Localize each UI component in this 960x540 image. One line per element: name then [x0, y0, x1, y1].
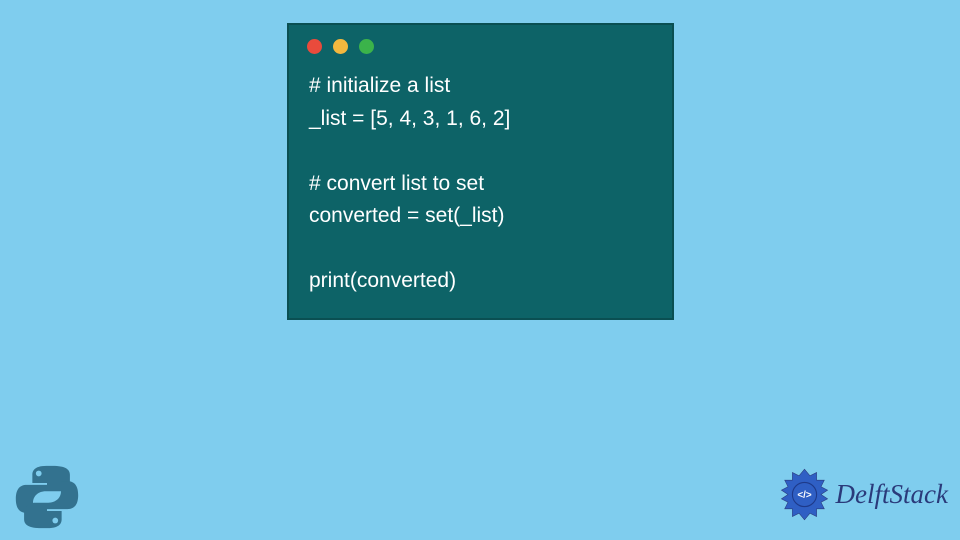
- code-line: # convert list to set: [309, 172, 484, 195]
- code-window: # initialize a list _list = [5, 4, 3, 1,…: [287, 23, 674, 320]
- code-body: # initialize a list _list = [5, 4, 3, 1,…: [289, 60, 672, 304]
- delftstack-text: DelftStack: [836, 479, 948, 510]
- code-line: _list = [5, 4, 3, 1, 6, 2]: [309, 107, 510, 130]
- code-line: print(converted): [309, 269, 456, 292]
- python-logo-icon: [12, 462, 82, 532]
- delftstack-logo: </> DelftStack: [777, 467, 948, 522]
- close-icon: [307, 39, 322, 54]
- window-controls: [289, 25, 672, 60]
- code-line: converted = set(_list): [309, 204, 505, 227]
- code-line: # initialize a list: [309, 74, 450, 97]
- minimize-icon: [333, 39, 348, 54]
- maximize-icon: [359, 39, 374, 54]
- delftstack-badge-icon: </>: [777, 467, 832, 522]
- svg-text:</>: </>: [797, 490, 812, 501]
